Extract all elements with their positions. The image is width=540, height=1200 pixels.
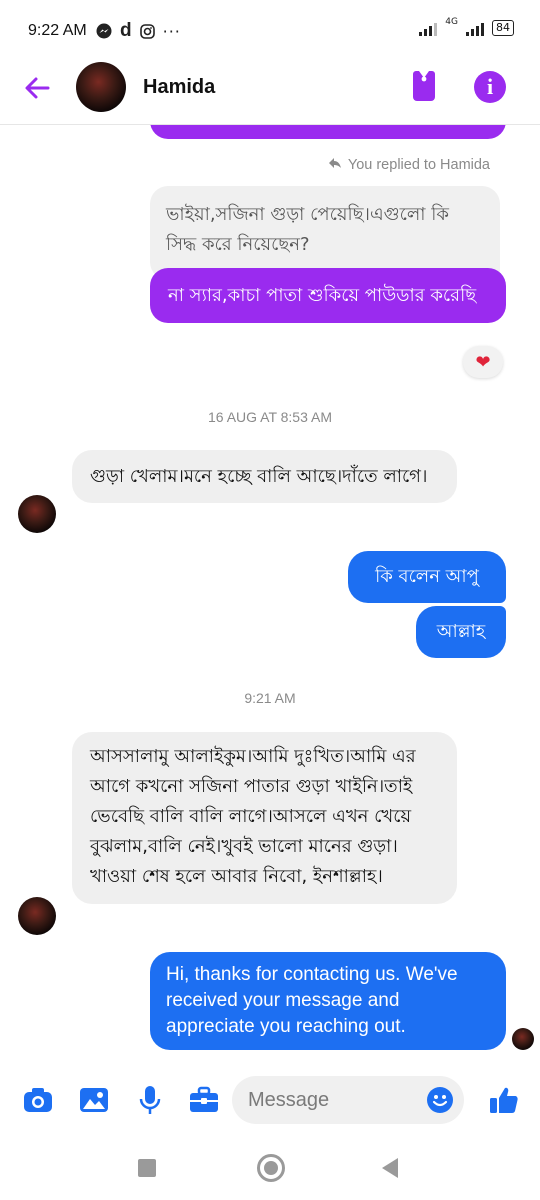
outgoing-message-bubble[interactable]: কি বলেন আপু [348,551,506,603]
info-icon[interactable]: i [474,71,506,103]
status-bar: 9:22 AM d ··· 4G 84 [0,0,540,62]
status-notification-icons: d ··· [96,20,181,42]
contact-name[interactable]: Hamida [143,76,215,99]
quoted-message[interactable]: ভাইয়া,সজিনা গুড়া পেয়েছি।এগুলো কি সিদ্… [150,186,500,280]
outgoing-reply-text: না স্যার,কাচা পাতা শুকিয়ে পাউডার করেছি [168,285,477,306]
briefcase-icon[interactable] [188,1084,220,1116]
back-triangle-icon[interactable] [382,1158,398,1178]
composer-bar [0,1066,540,1136]
incoming-message-bubble[interactable]: গুড়া খেলাম।মনে হচ্ছে বালি আছে।দাঁতে লাগ… [72,450,457,503]
reply-note: You replied to Hamida [328,157,490,173]
outgoing-message-text: আল্লাহ [436,621,486,642]
d-icon: d [120,20,132,41]
contact-avatar-small[interactable] [18,897,56,935]
instagram-icon [139,23,155,39]
reply-note-text: You replied to Hamida [347,157,490,173]
recents-square-icon[interactable] [138,1159,156,1177]
messenger-icon [96,23,112,39]
emoji-icon[interactable] [426,1086,454,1114]
camera-icon[interactable] [22,1084,54,1116]
outgoing-auto-reply-text: Hi, thanks for contacting us. We've rece… [166,964,458,1037]
incoming-message-bubble[interactable]: আসসালামু আলাইকুম।আমি দুঃখিত।আমি এর আগে ক… [72,732,457,904]
outgoing-message-bubble[interactable]: আল্লাহ [416,606,506,658]
reply-arrow-icon [328,157,342,173]
time-separator: 9:21 AM [244,690,296,706]
date-separator: 16 AUG AT 8:53 AM [208,409,332,425]
more-dots-icon: ··· [162,21,181,41]
contact-avatar-small[interactable] [18,495,56,533]
seen-avatar [512,1028,534,1050]
thumbs-up-icon[interactable] [488,1084,520,1116]
system-nav-bar [0,1136,540,1200]
status-system-icons: 4G 84 [419,17,514,36]
chat-header: Hamida i [0,55,540,125]
microphone-icon[interactable] [134,1084,166,1116]
signal-icon [419,20,438,36]
home-circle-icon[interactable] [257,1154,285,1182]
network-type: 4G [445,17,458,27]
tag-icon[interactable] [408,69,440,103]
incoming-message-text: গুড়া খেলাম।মনে হচ্ছে বালি আছে।দাঁতে লাগ… [90,466,428,487]
status-time: 9:22 AM [28,22,87,39]
outgoing-message-text: কি বলেন আপু [375,566,479,587]
back-arrow-icon[interactable] [22,73,52,103]
outgoing-auto-reply-bubble[interactable]: Hi, thanks for contacting us. We've rece… [150,952,506,1050]
outgoing-reply-bubble[interactable]: না স্যার,কাচা পাতা শুকিয়ে পাউডার করেছি [150,268,506,323]
heart-reaction-icon[interactable]: ❤ [463,346,503,378]
gallery-icon[interactable] [78,1084,110,1116]
contact-avatar[interactable] [76,62,126,112]
incoming-message-text: আসসালামু আলাইকুম।আমি দুঃখিত।আমি এর আগে ক… [90,746,416,887]
battery-icon: 84 [492,20,514,36]
signal-icon-2 [466,20,484,36]
